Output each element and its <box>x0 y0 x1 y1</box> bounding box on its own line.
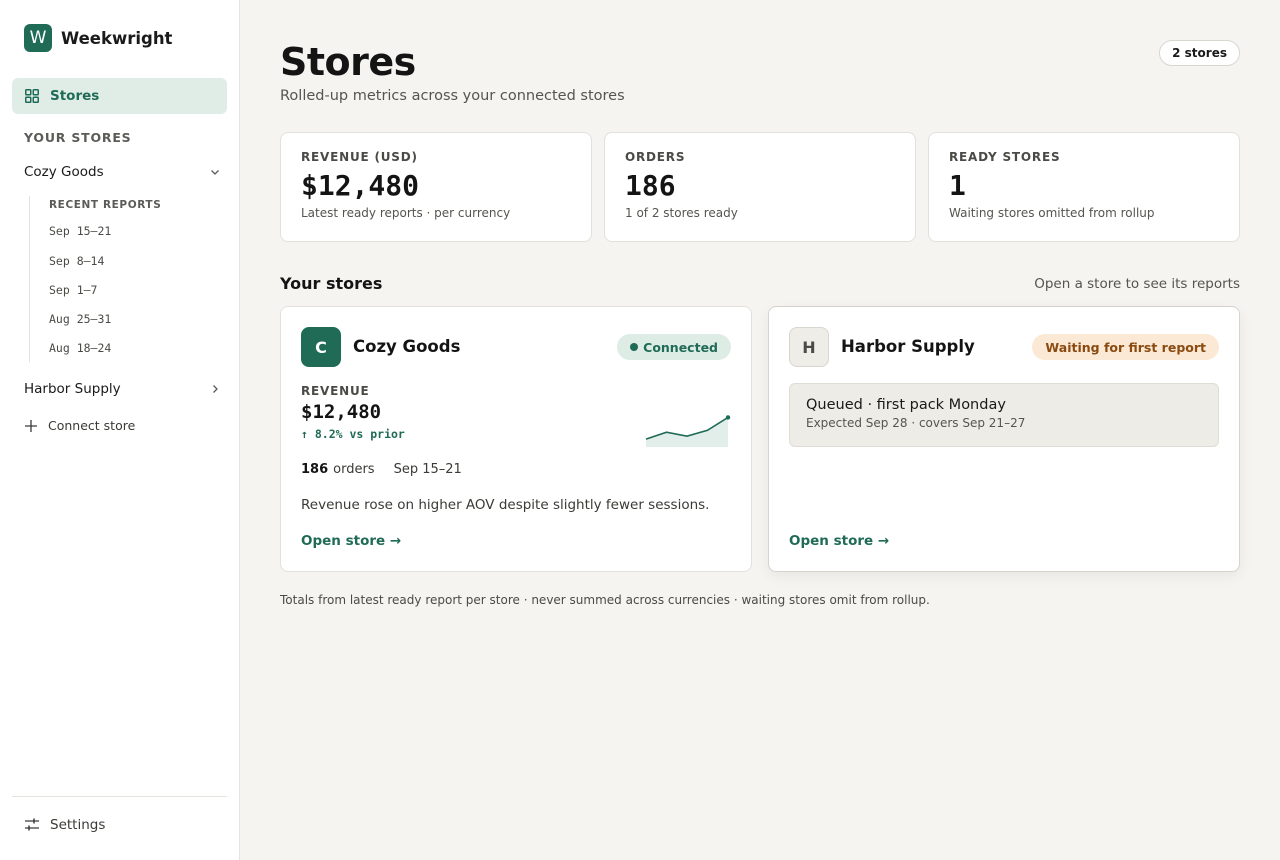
metric-card-revenue: REVENUE (USD) $12,480 Latest ready repor… <box>280 132 592 242</box>
sidebar-divider <box>12 796 227 797</box>
sidebar-store-cozy-goods[interactable]: Cozy Goods <box>24 164 220 180</box>
queue-notice: Queued · first pack Monday Expected Sep … <box>789 383 1219 447</box>
reports-rail <box>29 196 30 362</box>
store-card-cozy-goods[interactable]: C Cozy Goods Connected REVENUE $12,480 ↑… <box>280 306 752 572</box>
report-link[interactable]: Aug 18–24 <box>49 341 111 355</box>
your-stores-heading: YOUR STORES <box>24 130 132 145</box>
revenue-sparkline <box>645 415 731 447</box>
report-link[interactable]: Sep 8–14 <box>49 254 104 268</box>
revenue-value: $12,480 <box>301 401 382 423</box>
nav-item-stores[interactable]: Stores <box>12 78 227 114</box>
revenue-label: REVENUE <box>301 384 370 398</box>
settings-label: Settings <box>50 817 106 833</box>
chevron-down-icon <box>211 170 219 175</box>
store-name: Harbor Supply <box>841 337 975 356</box>
queue-note: Expected Sep 28 · covers Sep 21–27 <box>806 416 1026 430</box>
orders-word: orders <box>333 462 375 477</box>
store-stats: 186 orders Sep 15–21 <box>301 462 462 477</box>
store-avatar: H <box>789 327 829 367</box>
status-badge: Connected <box>617 334 731 360</box>
metric-label: READY STORES <box>949 150 1061 164</box>
metric-card-orders: ORDERS 186 1 of 2 stores ready <box>604 132 916 242</box>
metric-label: REVENUE (USD) <box>301 150 418 164</box>
page-subtitle: Rolled-up metrics across your connected … <box>280 88 625 104</box>
metric-value: $12,480 <box>301 169 420 202</box>
chevron-right-icon <box>213 385 218 393</box>
store-name: Cozy Goods <box>353 337 461 356</box>
sidebar-store-label: Cozy Goods <box>24 164 104 180</box>
revenue-change: ↑ 8.2% vs prior <box>301 427 405 441</box>
sidebar-store-harbor-supply[interactable]: Harbor Supply <box>24 381 220 397</box>
orders-count: 186 <box>301 462 329 477</box>
nav-item-stores-label: Stores <box>50 88 100 104</box>
report-link[interactable]: Sep 1–7 <box>49 283 97 297</box>
status-badge: Waiting for first report <box>1032 334 1219 360</box>
metric-note: 1 of 2 stores ready <box>625 206 738 220</box>
report-range: Sep 15–21 <box>393 462 462 477</box>
brand-name: Weekwright <box>61 28 173 48</box>
open-store-link[interactable]: Open store → <box>301 533 401 549</box>
plus-icon <box>25 419 37 432</box>
metric-note: Waiting stores omitted from rollup <box>949 206 1155 220</box>
store-summary: Revenue rose on higher AOV despite sligh… <box>301 497 710 513</box>
your-stores-hint: Open a store to see its reports <box>1034 276 1240 292</box>
recent-reports-heading: RECENT REPORTS <box>49 199 162 211</box>
queue-title: Queued · first pack Monday <box>806 397 1006 413</box>
metric-card-ready-stores: READY STORES 1 Waiting stores omitted fr… <box>928 132 1240 242</box>
sparkline-area <box>646 417 728 447</box>
sidebar-store-label: Harbor Supply <box>24 381 121 397</box>
page-title: Stores <box>280 40 416 84</box>
sparkline-last-point <box>725 415 731 420</box>
connect-store-label: Connect store <box>48 418 136 433</box>
metric-label: ORDERS <box>625 150 686 164</box>
status-badge-label: Connected <box>643 339 718 355</box>
your-stores-title: Your stores <box>280 274 383 293</box>
store-count-badge: 2 stores <box>1159 40 1240 66</box>
metric-value: 186 <box>625 169 676 202</box>
open-store-link[interactable]: Open store → <box>789 533 889 549</box>
brand[interactable]: W Weekwright <box>24 24 172 52</box>
report-link[interactable]: Sep 15–21 <box>49 224 111 238</box>
connect-store-button[interactable]: Connect store <box>24 418 135 433</box>
metric-note: Latest ready reports · per currency <box>301 206 511 220</box>
settings-button[interactable]: Settings <box>24 817 105 833</box>
grid-icon <box>25 89 39 103</box>
sliders-icon <box>25 818 39 831</box>
brand-logo: W <box>24 24 52 52</box>
store-avatar: C <box>301 327 341 367</box>
store-card-harbor-supply[interactable]: H Harbor Supply Waiting for first report… <box>768 306 1240 572</box>
rollup-footnote: Totals from latest ready report per stor… <box>280 593 930 607</box>
sidebar: W Weekwright Stores YOUR STORES Cozy Goo… <box>0 0 240 860</box>
metric-value: 1 <box>949 169 966 202</box>
report-link[interactable]: Aug 25–31 <box>49 312 111 326</box>
status-dot-icon <box>630 343 639 351</box>
